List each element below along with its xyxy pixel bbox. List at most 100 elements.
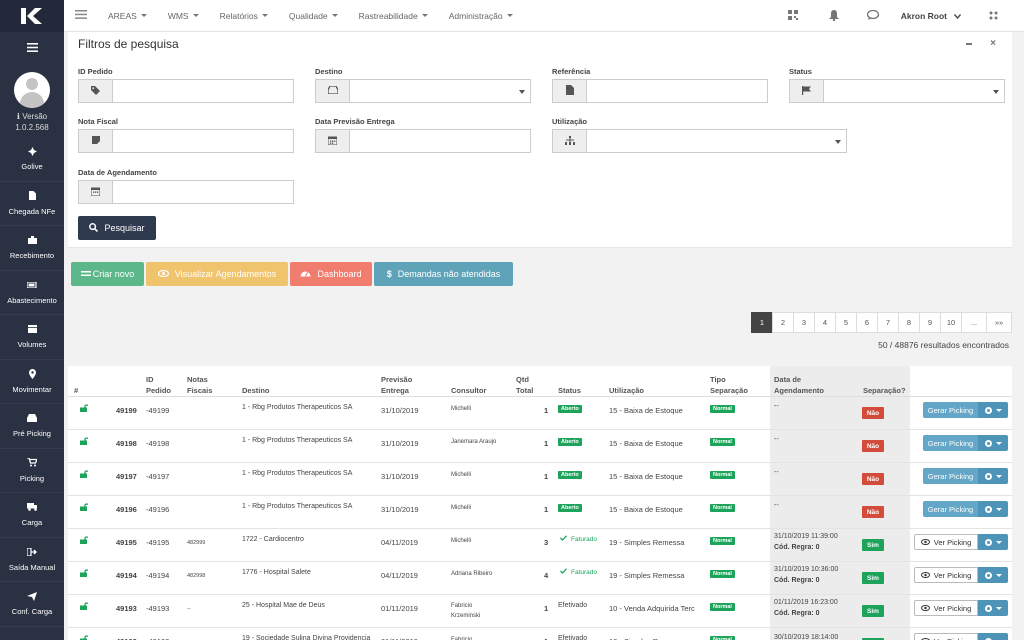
user-menu[interactable]: Akron Root	[901, 11, 962, 21]
column-header-previsao[interactable]: Previsão Entrega	[381, 366, 412, 396]
sidebar-item-sa-da-manual[interactable]: Saída Manual	[0, 538, 64, 582]
sidebar-item-chegada-nfe[interactable]: Chegada NFe	[0, 182, 64, 226]
column-header-qtd[interactable]: Qtd Total	[516, 366, 533, 396]
column-header-data_ag[interactable]: Data de Agendamento	[774, 366, 824, 396]
page-link[interactable]: 5	[835, 312, 857, 333]
referencia-input[interactable]	[552, 79, 768, 103]
unlock-icon[interactable]	[80, 602, 89, 612]
header-text: Status	[558, 386, 581, 395]
column-header-notas[interactable]: Notas Fiscais	[187, 366, 212, 396]
view-picking-main[interactable]: Ver Picking	[914, 600, 978, 616]
generate-picking-button[interactable]: Gerar Picking	[923, 402, 1008, 418]
sidebar-item-abastecimento[interactable]: Abastecimento	[0, 271, 64, 315]
gear-dropdown-button[interactable]	[978, 468, 1008, 484]
view-picking-button[interactable]: Ver Picking	[914, 567, 1008, 583]
page-link[interactable]: »»	[986, 312, 1012, 333]
unlock-icon[interactable]	[80, 503, 89, 513]
gear-dropdown-button[interactable]	[978, 567, 1008, 583]
settings-grid-icon[interactable]	[989, 11, 998, 22]
sidebar-item-golive[interactable]: Golive	[0, 137, 64, 182]
column-header-hash[interactable]: #	[74, 366, 78, 396]
gear-dropdown-button[interactable]	[978, 435, 1008, 451]
view-picking-button[interactable]: Ver Picking	[914, 534, 1008, 550]
column-header-status[interactable]: Status	[558, 366, 581, 396]
consultant: Michelli	[451, 406, 472, 412]
unlock-icon[interactable]	[80, 404, 89, 414]
menu-rastreabilidade[interactable]: Rastreabilidade	[359, 11, 428, 21]
page-link[interactable]: ...	[961, 312, 987, 333]
view-picking-main[interactable]: Ver Picking	[914, 534, 978, 550]
page-link[interactable]: 4	[814, 312, 836, 333]
chat-icon[interactable]	[866, 9, 879, 22]
page-link[interactable]: 6	[856, 312, 878, 333]
data-previsao-input[interactable]	[315, 129, 531, 153]
sidebar-item-volumes[interactable]: Volumes	[0, 315, 64, 360]
gear-dropdown-button[interactable]	[978, 633, 1008, 640]
view-picking-main[interactable]: Ver Picking	[914, 567, 978, 583]
view-picking-button[interactable]: Ver Picking	[914, 600, 1008, 616]
utilizacao-select[interactable]	[552, 129, 847, 153]
avatar[interactable]	[14, 72, 50, 108]
view-schedules-button[interactable]: Visualizar Agendamentos	[146, 262, 288, 286]
column-header-destino[interactable]: Destino	[242, 366, 270, 396]
menu-qualidade[interactable]: Qualidade	[289, 11, 338, 21]
qrcode-icon[interactable]	[787, 10, 798, 22]
sidebar-item-movimentar[interactable]: Movimentar	[0, 360, 64, 404]
nota-fiscal-input[interactable]	[78, 129, 294, 153]
page-link[interactable]: 10	[940, 312, 962, 333]
column-header-id[interactable]: ID Pedido	[146, 366, 171, 396]
column-header-separacao[interactable]: Separação?	[863, 366, 906, 396]
sidebar-item-carga[interactable]: Carga	[0, 493, 64, 538]
view-picking-main[interactable]: Ver Picking	[914, 633, 978, 640]
menu-wms[interactable]: WMS	[168, 11, 199, 21]
sidebar-item-conf-carga[interactable]: Conf. Carga	[0, 582, 64, 627]
invoice-number: 482999	[187, 540, 206, 546]
page-link[interactable]: 1	[751, 312, 773, 333]
close-icon[interactable]: ×	[990, 38, 996, 49]
unmet-demands-button[interactable]: $ Demandas não atendidas	[374, 262, 513, 286]
menu-areas[interactable]: AREAS	[108, 11, 147, 21]
unlock-icon[interactable]	[80, 470, 89, 480]
dashboard-button[interactable]: Dashboard	[290, 262, 372, 286]
caret-down-icon	[995, 573, 1002, 577]
destino-select[interactable]	[315, 79, 531, 103]
page-link[interactable]: 9	[919, 312, 941, 333]
column-header-consultor[interactable]: Consultor	[451, 366, 486, 396]
sidebar-item-recebimento[interactable]: Recebimento	[0, 226, 64, 271]
page-link[interactable]: 7	[877, 312, 899, 333]
menu-administra-o[interactable]: Administração	[449, 11, 513, 21]
destination: 1 - Rbg Produtos Therapeuticos SA	[242, 437, 353, 444]
data-agendamento-input[interactable]	[78, 180, 294, 204]
generate-picking-button[interactable]: Gerar Picking	[923, 501, 1008, 517]
gear-dropdown-button[interactable]	[978, 534, 1008, 550]
generate-picking-button[interactable]: Gerar Picking	[923, 435, 1008, 451]
sidebar-item-pr-picking[interactable]: Pré Picking	[0, 404, 64, 449]
sidebar-toggle-icon[interactable]	[0, 32, 64, 62]
page-link[interactable]: 3	[793, 312, 815, 333]
unlock-icon[interactable]	[80, 569, 89, 579]
unlock-icon[interactable]	[80, 635, 89, 640]
column-header-utilizacao[interactable]: Utilização	[609, 366, 644, 396]
column-header-tipo[interactable]: Tipo Separação	[710, 366, 748, 396]
minimize-icon[interactable]	[966, 43, 972, 45]
gear-dropdown-button[interactable]	[978, 600, 1008, 616]
menu-icon[interactable]	[75, 10, 87, 21]
gear-dropdown-button[interactable]	[978, 402, 1008, 418]
gear-dropdown-button[interactable]	[978, 501, 1008, 517]
unlock-icon[interactable]	[80, 437, 89, 447]
search-button[interactable]: Pesquisar	[78, 216, 156, 240]
caret-down-icon	[192, 14, 199, 17]
generate-picking-button[interactable]: Gerar Picking	[923, 468, 1008, 484]
page-link[interactable]: 2	[772, 312, 794, 333]
id-pedido-input[interactable]	[78, 79, 294, 103]
status-select[interactable]	[789, 79, 1005, 103]
create-new-button[interactable]: Criar novo	[71, 262, 144, 286]
page-link[interactable]: 8	[898, 312, 920, 333]
order-id: -49194	[146, 571, 170, 580]
unlock-icon[interactable]	[80, 536, 89, 546]
logo[interactable]	[0, 0, 64, 32]
sidebar-item-picking[interactable]: Picking	[0, 449, 64, 493]
view-picking-button[interactable]: Ver Picking	[914, 633, 1008, 640]
bell-icon[interactable]	[828, 9, 839, 23]
menu-relat-rios[interactable]: Relatórios	[220, 11, 268, 21]
